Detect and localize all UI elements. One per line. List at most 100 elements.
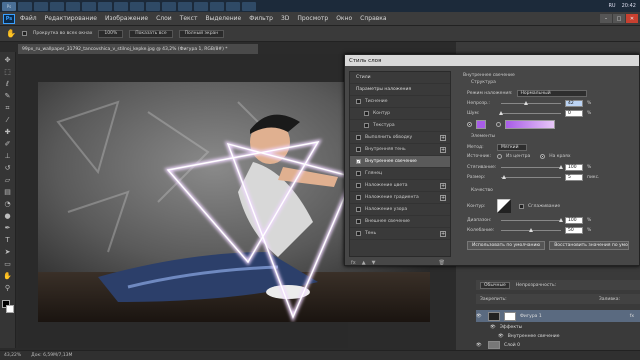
taskbar-app-icon[interactable] (226, 1, 240, 11)
noise-slider[interactable] (499, 111, 561, 115)
jitter-slider[interactable] (501, 228, 561, 232)
shape-tool-icon[interactable]: ▭ (3, 260, 13, 269)
menu-filter[interactable]: Фильтр (249, 15, 273, 22)
noise-slider-thumb[interactable] (499, 111, 503, 115)
add-style-plus-icon[interactable]: + (440, 230, 446, 237)
style-item[interactable]: Глянец (350, 168, 450, 180)
style-checkbox[interactable] (356, 99, 361, 104)
taskbar-app-icon[interactable] (146, 1, 160, 11)
glow-gradient-picker[interactable] (505, 120, 555, 129)
brush-tool-icon[interactable]: ✐ (3, 140, 13, 149)
style-item[interactable]: Тиснение (350, 96, 450, 108)
jitter-slider-thumb[interactable] (529, 228, 533, 232)
taskbar-app-icon[interactable] (194, 1, 208, 11)
style-item[interactable]: Параметры наложения (350, 84, 450, 96)
taskbar-app-icon[interactable] (82, 1, 96, 11)
fx-button[interactable]: fx (351, 260, 356, 266)
style-checkbox[interactable] (356, 231, 361, 236)
taskbar-app-icon[interactable] (98, 1, 112, 11)
menu-image[interactable]: Изображение (105, 15, 148, 22)
jitter-input[interactable]: 50 (565, 227, 583, 234)
document-tab[interactable]: 99px_ru_wallpaper_31792_tancovshica_v_st… (18, 44, 258, 54)
visibility-eye-icon[interactable]: 👁 (476, 343, 484, 348)
style-item[interactable]: Наложение градиента + (350, 192, 450, 204)
reset-default-button[interactable]: Восстановить значения по умолчанию (549, 241, 630, 250)
size-input[interactable]: 5 (565, 174, 583, 181)
method-select[interactable]: Мягкий (497, 144, 527, 151)
style-item[interactable]: ✓ Внутреннее свечение (350, 156, 450, 168)
choke-slider-thumb[interactable] (559, 165, 563, 169)
style-item[interactable]: Внутренняя тень + (350, 144, 450, 156)
taskbar-app-icon[interactable] (34, 1, 48, 11)
add-style-plus-icon[interactable]: + (440, 194, 446, 201)
zoom-tool-icon[interactable]: ⚲ (3, 284, 13, 293)
marquee-tool-icon[interactable]: ⬚ (3, 68, 13, 77)
menu-type[interactable]: Текст (180, 15, 198, 22)
trash-icon[interactable]: 🗑 (439, 260, 445, 266)
style-checkbox[interactable] (356, 171, 361, 176)
path-select-tool-icon[interactable]: ➤ (3, 248, 13, 257)
source-edge-radio[interactable] (540, 154, 546, 159)
choke-input[interactable]: 100 (565, 164, 583, 171)
history-brush-tool-icon[interactable]: ↺ (3, 164, 13, 173)
layer-effect-inner-glow-row[interactable]: 👁 Внутреннее свечение (476, 332, 640, 340)
gradient-radio[interactable] (496, 122, 501, 127)
noise-input[interactable]: 0 (565, 110, 583, 117)
quick-select-tool-icon[interactable]: ✎ (3, 92, 13, 101)
menu-view[interactable]: Просмотр (297, 15, 328, 22)
background-color-swatch[interactable] (5, 305, 14, 313)
healing-tool-icon[interactable]: ✚ (3, 128, 13, 137)
add-style-plus-icon[interactable]: + (440, 134, 446, 141)
blend-mode-select[interactable]: Нормальный (516, 90, 587, 97)
taskbar-app-icon[interactable] (178, 1, 192, 11)
layer-row-background[interactable]: 👁 Слой 0 (476, 340, 640, 350)
inner-glow-eye-icon[interactable]: 👁 (498, 334, 504, 339)
eraser-tool-icon[interactable]: ▱ (3, 176, 13, 185)
make-default-button[interactable]: Использовать по умолчанию (467, 241, 546, 250)
style-checkbox[interactable] (356, 135, 361, 140)
layer-row-shape[interactable]: 👁 Фигура 1 fx (476, 310, 640, 322)
eyedropper-tool-icon[interactable]: ⁄ (3, 116, 13, 125)
scroll-all-checkbox[interactable] (21, 31, 27, 36)
style-checkbox[interactable] (356, 219, 361, 224)
move-tool-icon[interactable]: ✥ (3, 56, 13, 65)
range-input[interactable]: 100 (565, 217, 583, 224)
effects-eye-icon[interactable]: 👁 (490, 325, 496, 330)
menu-help[interactable]: Справка (360, 15, 386, 22)
move-down-icon[interactable]: ▼ (372, 260, 376, 266)
dodge-tool-icon[interactable]: ● (3, 212, 13, 221)
close-button[interactable]: ✕ (626, 14, 638, 23)
lasso-tool-icon[interactable]: ℓ (3, 80, 13, 89)
style-checkbox[interactable] (356, 147, 361, 152)
style-checkbox[interactable] (356, 195, 361, 200)
blur-tool-icon[interactable]: ◔ (3, 200, 13, 209)
style-item[interactable]: Текстура (350, 120, 450, 132)
size-slider-thumb[interactable] (502, 175, 506, 179)
menu-layers[interactable]: Слои (156, 15, 172, 22)
menu-edit[interactable]: Редактирование (45, 15, 97, 22)
taskbar-app-icon[interactable]: Ps (2, 1, 16, 11)
fit-screen-button[interactable]: Показать все (129, 29, 173, 38)
style-item[interactable]: Тень + (350, 228, 450, 240)
menu-3d[interactable]: 3D (281, 15, 289, 22)
opacity-slider[interactable] (501, 101, 561, 105)
solid-color-radio[interactable] (467, 122, 472, 127)
menu-file[interactable]: Файл (20, 15, 37, 22)
style-item[interactable]: Наложение узора (350, 204, 450, 216)
taskbar-app-icon[interactable] (50, 1, 64, 11)
style-item[interactable]: Выполнить обводку + (350, 132, 450, 144)
source-center-radio[interactable] (497, 154, 502, 159)
layer-blend-mode-select[interactable]: Обычные (480, 281, 510, 289)
color-swatches[interactable] (1, 300, 14, 314)
opacity-slider-thumb[interactable] (524, 101, 529, 105)
crop-tool-icon[interactable]: ⌗ (3, 104, 13, 113)
size-slider[interactable] (501, 175, 561, 179)
maximize-button[interactable]: □ (613, 14, 625, 23)
range-slider[interactable] (501, 218, 563, 222)
move-up-icon[interactable]: ▲ (362, 260, 366, 266)
menu-select[interactable]: Выделение (205, 15, 241, 22)
style-checkbox[interactable]: ✓ (356, 159, 361, 164)
taskbar-app-icon[interactable] (18, 1, 32, 11)
taskbar-app-icon[interactable] (130, 1, 144, 11)
language-indicator[interactable]: RU (608, 3, 615, 9)
